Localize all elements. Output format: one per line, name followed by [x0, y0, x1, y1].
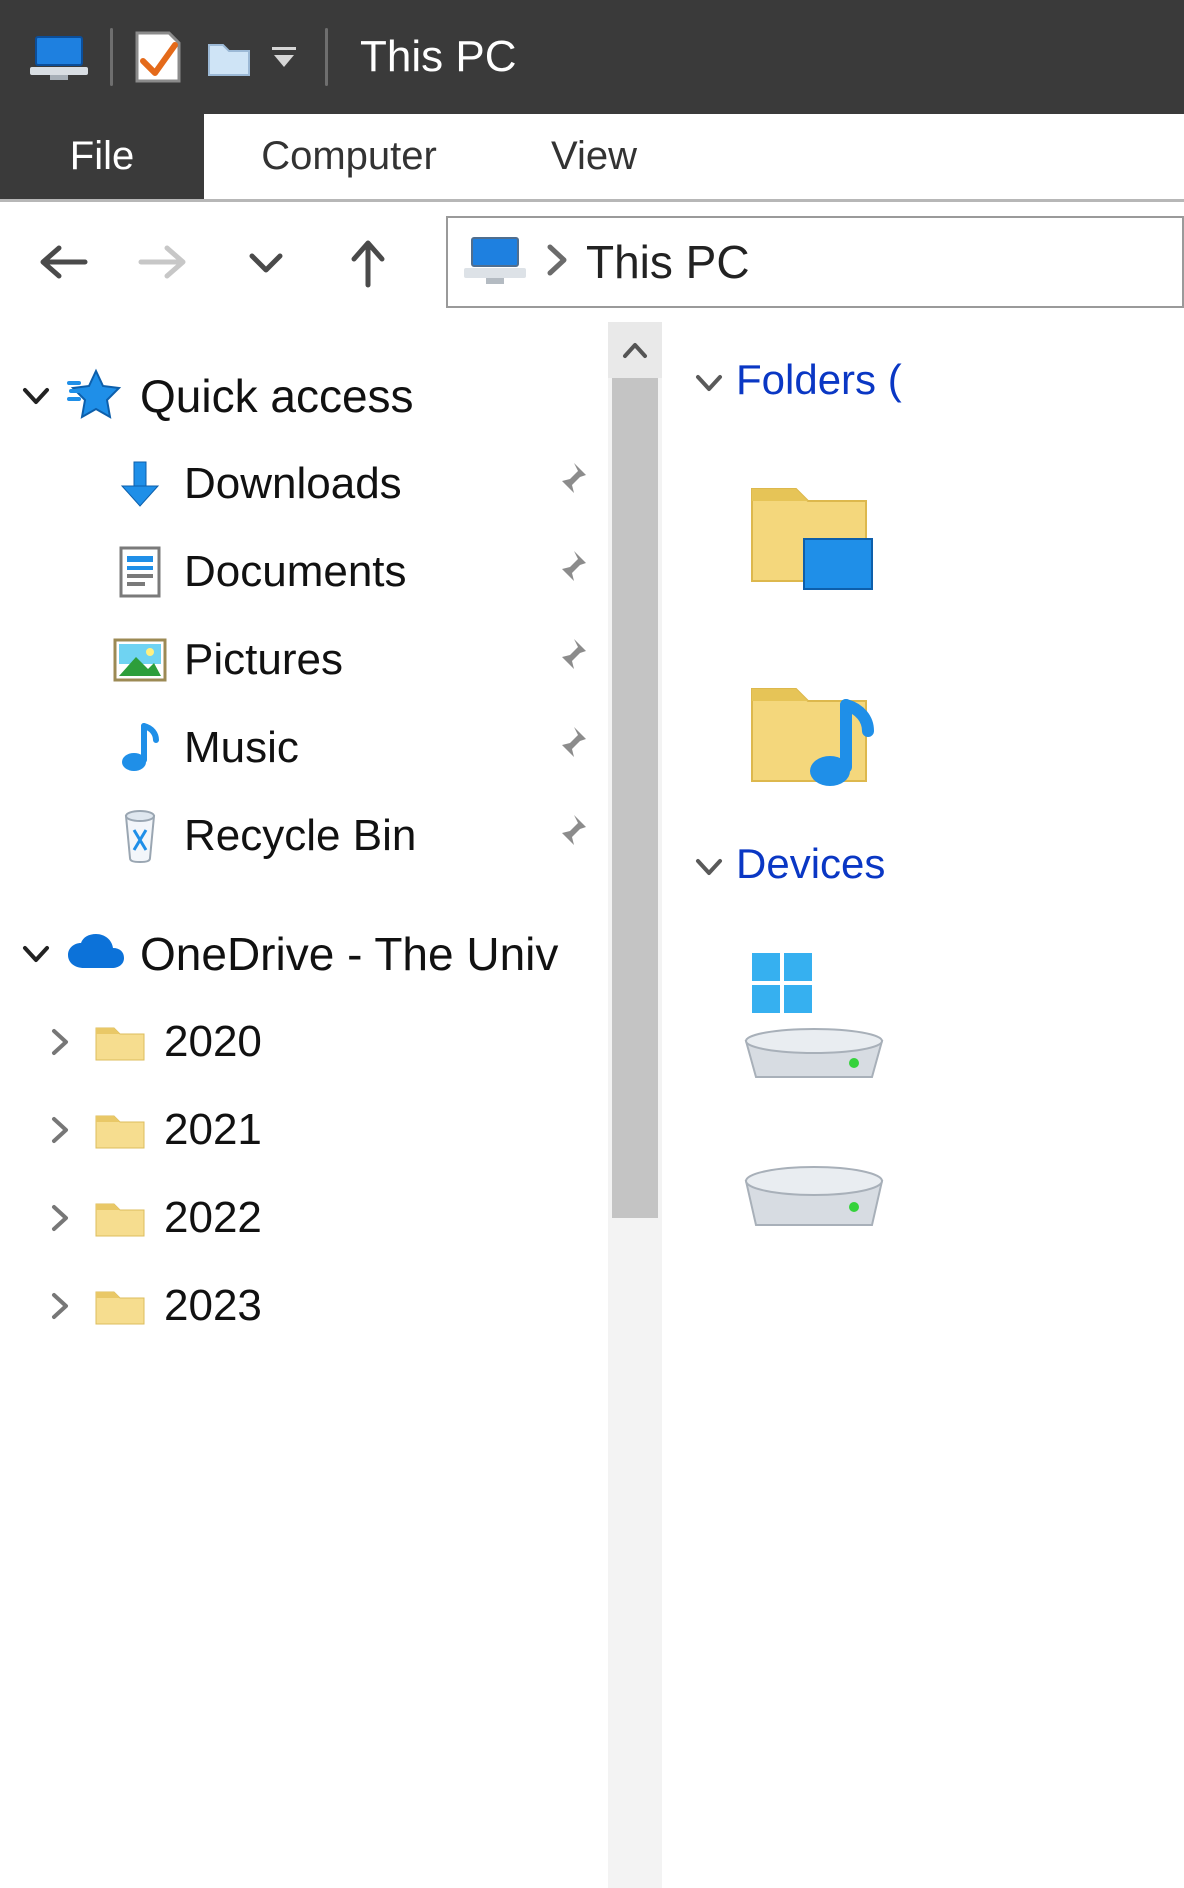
scroll-thumb[interactable]: [612, 378, 658, 1218]
ribbon-tabs: File Computer View: [0, 114, 1184, 202]
folder-item-desktop[interactable]: [734, 426, 1184, 626]
qat-dropdown-icon[interactable]: [271, 44, 297, 70]
folder-icon: [90, 1276, 150, 1336]
tree-label: Recycle Bin: [184, 811, 416, 861]
tree-label: Music: [184, 723, 299, 773]
titlebar: This PC: [0, 0, 1184, 114]
tree-label: Pictures: [184, 635, 343, 685]
chevron-down-icon[interactable]: [14, 374, 58, 418]
chevron-right-icon[interactable]: [38, 1108, 82, 1152]
recent-locations-button[interactable]: [236, 232, 296, 292]
tree-item-documents[interactable]: Documents: [0, 528, 608, 616]
address-location: This PC: [586, 235, 750, 289]
window-title: This PC: [360, 32, 516, 82]
chevron-down-icon[interactable]: [694, 840, 724, 888]
folder-icon: [90, 1012, 150, 1072]
device-item-os-drive[interactable]: [734, 910, 1184, 1110]
desktop-folder-icon: [734, 461, 864, 591]
pin-icon: [550, 547, 590, 597]
tree-label: 2022: [164, 1193, 262, 1243]
quick-access-star-icon: [66, 366, 126, 426]
group-label: Devices: [736, 840, 885, 888]
pin-icon: [550, 723, 590, 773]
up-button[interactable]: [338, 232, 398, 292]
windows-drive-icon: [734, 945, 864, 1075]
chevron-right-icon[interactable]: [38, 1284, 82, 1328]
this-pc-icon: [28, 33, 90, 81]
group-header-devices[interactable]: Devices: [694, 840, 1184, 888]
folder-icon: [90, 1100, 150, 1160]
documents-icon: [110, 542, 170, 602]
chevron-right-icon[interactable]: [38, 1020, 82, 1064]
tab-view[interactable]: View: [494, 114, 694, 199]
properties-icon[interactable]: [133, 29, 183, 85]
address-pc-icon: [462, 234, 528, 291]
tree-onedrive[interactable]: OneDrive - The Univ: [0, 910, 608, 998]
onedrive-cloud-icon: [66, 924, 126, 984]
tree-item-downloads[interactable]: Downloads: [0, 440, 608, 528]
device-item-drive[interactable]: [734, 1110, 1184, 1310]
recycle-bin-icon: [110, 806, 170, 866]
tree-item-2021[interactable]: 2021: [0, 1086, 608, 1174]
tree-item-music[interactable]: Music: [0, 704, 608, 792]
pin-icon: [550, 459, 590, 509]
tree-label: 2020: [164, 1017, 262, 1067]
chevron-down-icon[interactable]: [694, 356, 724, 404]
pin-icon: [550, 635, 590, 685]
downloads-icon: [110, 454, 170, 514]
separator: [325, 28, 328, 86]
address-bar[interactable]: This PC: [446, 216, 1184, 308]
tree-item-2022[interactable]: 2022: [0, 1174, 608, 1262]
group-header-folders[interactable]: Folders (: [694, 356, 1184, 404]
tree-label: OneDrive - The Univ: [140, 927, 558, 981]
chevron-down-icon[interactable]: [14, 932, 58, 976]
content-pane: Folders (: [662, 322, 1184, 1888]
tree-label: 2021: [164, 1105, 262, 1155]
tree-item-recycle-bin[interactable]: Recycle Bin: [0, 792, 608, 880]
pictures-icon: [110, 630, 170, 690]
separator: [110, 28, 113, 86]
back-button[interactable]: [32, 232, 92, 292]
chevron-right-icon[interactable]: [38, 1196, 82, 1240]
pin-icon: [550, 811, 590, 861]
music-icon: [110, 718, 170, 778]
tree-label: 2023: [164, 1281, 262, 1331]
folder-item-music[interactable]: [734, 626, 1184, 826]
forward-button[interactable]: [134, 232, 194, 292]
navigation-pane: Quick access Downloads: [0, 322, 608, 1888]
tab-file[interactable]: File: [0, 114, 204, 199]
main-area: Quick access Downloads: [0, 322, 1184, 1888]
tree-label: Quick access: [140, 369, 414, 423]
tree-label: Documents: [184, 547, 407, 597]
group-label: Folders (: [736, 356, 902, 404]
drive-icon: [734, 1145, 864, 1275]
tree-item-pictures[interactable]: Pictures: [0, 616, 608, 704]
tree-scrollbar[interactable]: [608, 322, 662, 1888]
folder-icon: [90, 1188, 150, 1248]
new-folder-icon[interactable]: [205, 33, 253, 81]
tree-item-2023[interactable]: 2023: [0, 1262, 608, 1350]
chevron-right-icon[interactable]: [546, 243, 568, 282]
tree-label: Downloads: [184, 459, 402, 509]
scroll-up-icon[interactable]: [608, 322, 662, 378]
tree-quick-access[interactable]: Quick access: [0, 352, 608, 440]
tree-item-2020[interactable]: 2020: [0, 998, 608, 1086]
nav-toolbar: This PC: [0, 202, 1184, 322]
tab-computer[interactable]: Computer: [204, 114, 494, 199]
music-folder-icon: [734, 661, 864, 791]
